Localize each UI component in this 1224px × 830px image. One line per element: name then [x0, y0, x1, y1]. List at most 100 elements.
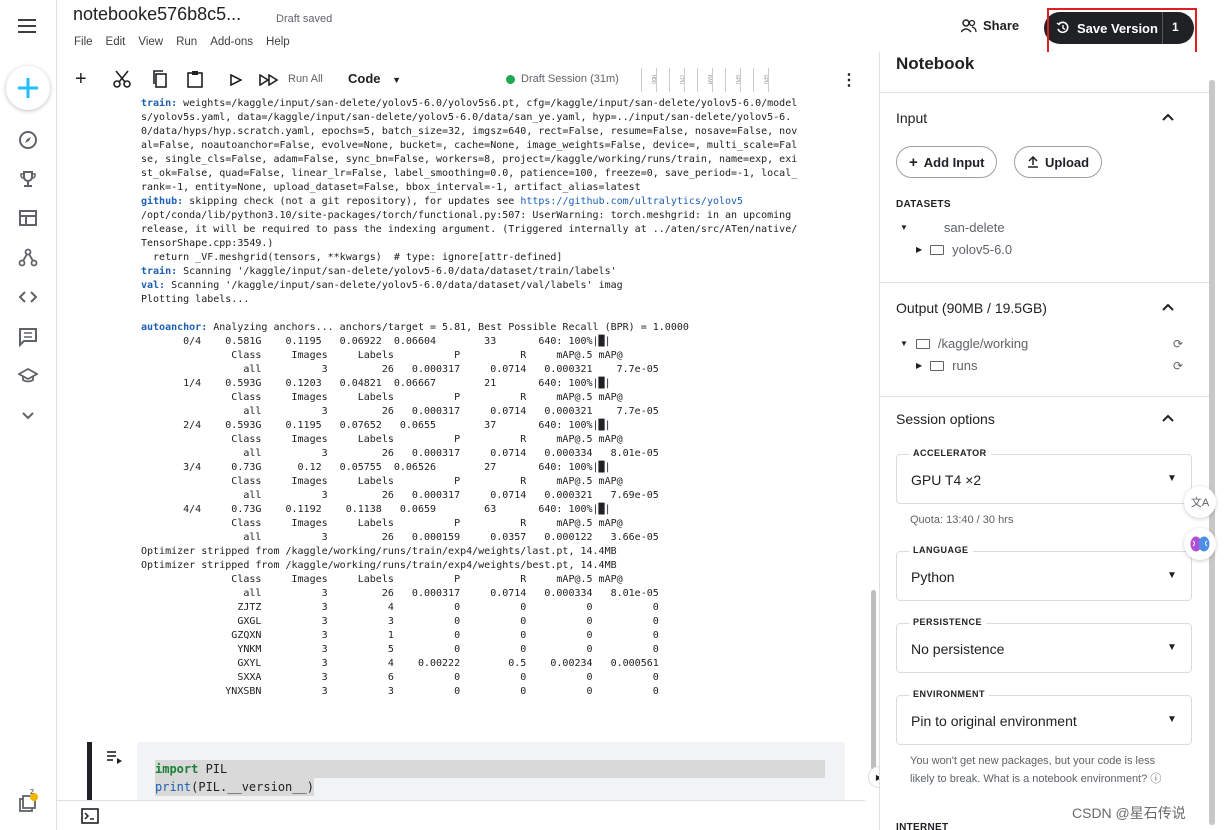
output-text: train: [141, 98, 178, 109]
menu-addons[interactable]: Add-ons [210, 36, 253, 48]
code-icon[interactable] [16, 285, 40, 309]
output-text: all 3 26 0.000159 0.0357 0.000122 3.66e-… [141, 532, 659, 543]
panel-title: Notebook [896, 54, 975, 73]
environment-select[interactable]: ENVIRONMENT Pin to original environment … [896, 689, 1192, 745]
models-icon[interactable] [16, 246, 40, 270]
menu-view[interactable]: View [138, 36, 163, 48]
help-icon[interactable]: ⓘ [1150, 773, 1161, 785]
code-cell[interactable]: import PIL print(PIL.__version__) [87, 742, 847, 802]
output-text: 1/4 0.593G 0.1203 0.04821 0.06667 21 640… [141, 378, 611, 389]
panel-scrollbar[interactable] [1209, 80, 1215, 825]
add-cell-icon[interactable]: + [75, 68, 87, 91]
left-rail: 2 [0, 0, 57, 830]
menu-file[interactable]: File [74, 36, 93, 48]
cell-type-select[interactable]: Code ▼ [348, 71, 401, 86]
expand-right-icon[interactable]: ▶ [916, 361, 922, 370]
code-line-1[interactable]: import PIL [155, 760, 825, 778]
translate-icon[interactable]: 文A [1184, 486, 1216, 518]
output-text: Analyzing anchors... anchors/target = 5.… [207, 322, 689, 333]
hdd-meter: HDD [641, 68, 657, 92]
output-text: Class Images Labels P R mAP@.5 mAP@ [141, 574, 623, 585]
chevron-up-icon[interactable] [1162, 411, 1174, 425]
output-line: 3/4 0.73G 0.12 0.05755 0.06526 27 640: 1… [141, 461, 846, 475]
run-all-label[interactable]: Run All [288, 73, 323, 85]
dataset-child-item[interactable]: ▶ yolov5-6.0 [916, 242, 1012, 257]
refresh-icon[interactable]: ⟳ [1173, 337, 1183, 351]
code-keyword: import [155, 762, 199, 776]
notebook-title[interactable]: notebooke576b8c5... [73, 4, 241, 25]
resource-meters[interactable]: HDD CPU RAM GPU GPU [641, 68, 769, 92]
session-status[interactable]: Draft Session (31m) [506, 73, 619, 85]
accelerator-select[interactable]: ACCELERATOR GPU T4 ×2 ▼ [896, 448, 1192, 504]
code-text: PIL [198, 762, 228, 776]
menu-run[interactable]: Run [176, 36, 197, 48]
chevron-up-icon[interactable] [1162, 110, 1174, 124]
output-text: GZQXN 3 1 0 0 0 0 [141, 630, 659, 641]
cut-icon[interactable] [113, 70, 131, 91]
output-line: 1/4 0.593G 0.1203 0.04821 0.06667 21 640… [141, 377, 846, 391]
add-input-button[interactable]: + Add Input [896, 146, 998, 178]
divider [880, 282, 1214, 283]
learn-icon[interactable] [16, 364, 40, 388]
upload-icon [1028, 156, 1038, 168]
run-all-icon[interactable] [259, 73, 279, 89]
code-function: print [155, 780, 192, 794]
session-label: Draft Session (31m) [521, 73, 619, 85]
output-child-item[interactable]: ▶ runs [916, 358, 977, 373]
output-line: rank=-1, entity=None, upload_dataset=Fal… [141, 181, 846, 195]
output-text: 2/4 0.593G 0.1195 0.07652 0.0655 37 640:… [141, 420, 611, 431]
share-button[interactable]: Share [961, 18, 1019, 33]
persistence-select[interactable]: PERSISTENCE No persistence ▼ [896, 617, 1192, 673]
folder-icon [930, 360, 945, 371]
notebook-scrollbar[interactable] [871, 590, 876, 770]
cell-run-icon[interactable] [107, 750, 123, 767]
notebook-side-panel: Notebook Input + Add Input Upload DATASE… [879, 52, 1214, 830]
input-section-title[interactable]: Input [896, 110, 927, 126]
output-text: train: [141, 266, 178, 277]
discussion-icon[interactable] [16, 325, 40, 349]
output-text: GXGL 3 3 0 0 0 0 [141, 616, 659, 627]
expand-down-icon[interactable]: ▼ [900, 339, 908, 348]
console-icon[interactable] [81, 808, 99, 829]
create-button[interactable] [6, 66, 50, 110]
chevron-up-icon[interactable] [1162, 300, 1174, 314]
hamburger-menu-icon[interactable] [16, 14, 40, 38]
output-line: 2/4 0.593G 0.1195 0.07652 0.0655 37 640:… [141, 419, 846, 433]
more-options-icon[interactable]: ⋮ [841, 70, 857, 90]
dataset-item[interactable]: ▼ san-delete [900, 220, 1005, 235]
output-line: Class Images Labels P R mAP@.5 mAP@ [141, 391, 846, 405]
output-section-title[interactable]: Output (90MB / 19.5GB) [896, 300, 1047, 316]
paste-icon[interactable] [187, 70, 203, 91]
output-text: 4/4 0.73G 0.1192 0.1138 0.0659 63 640: 1… [141, 504, 611, 515]
output-text: all 3 26 0.000317 0.0714 0.000334 8.01e-… [141, 448, 659, 459]
compass-icon[interactable] [16, 128, 40, 152]
accelerator-value: GPU T4 ×2 [911, 472, 982, 488]
panel-scrollbar-thumb[interactable] [1209, 80, 1215, 825]
session-options-title[interactable]: Session options [896, 411, 995, 427]
output-text: Optimizer stripped from /kaggle/working/… [141, 546, 617, 557]
trophy-icon[interactable] [16, 167, 40, 191]
output-text: GXYL 3 4 0.00222 0.5 0.00234 0.000561 [141, 658, 659, 669]
notifications-icon[interactable]: 2 [16, 789, 40, 816]
menu-edit[interactable]: Edit [106, 36, 126, 48]
output-text: autoanchor: [141, 322, 208, 333]
run-cell-icon[interactable] [230, 73, 243, 89]
output-root-item[interactable]: ▼ /kaggle/working [900, 336, 1028, 351]
table-icon[interactable] [16, 206, 40, 230]
copy-icon[interactable] [151, 70, 167, 91]
add-input-label: Add Input [923, 154, 985, 170]
refresh-icon[interactable]: ⟳ [1173, 359, 1183, 373]
brain-icon[interactable] [1184, 528, 1216, 560]
code-line-2[interactable]: print(PIL.__version__) [155, 778, 314, 796]
output-text: Class Images Labels P R mAP@.5 mAP@ [141, 518, 623, 529]
chevron-down-icon[interactable] [16, 403, 40, 427]
menu-help[interactable]: Help [266, 36, 290, 48]
upload-button[interactable]: Upload [1014, 146, 1103, 178]
language-select[interactable]: LANGUAGE Python ▼ [896, 545, 1192, 601]
expand-down-icon[interactable]: ▼ [900, 223, 908, 232]
accelerator-label: ACCELERATOR [909, 448, 991, 458]
expand-right-icon[interactable]: ▶ [916, 245, 922, 254]
output-line: Class Images Labels P R mAP@.5 mAP@ [141, 517, 846, 531]
output-link[interactable]: https://github.com/ultralytics/yolov5 [520, 196, 743, 207]
